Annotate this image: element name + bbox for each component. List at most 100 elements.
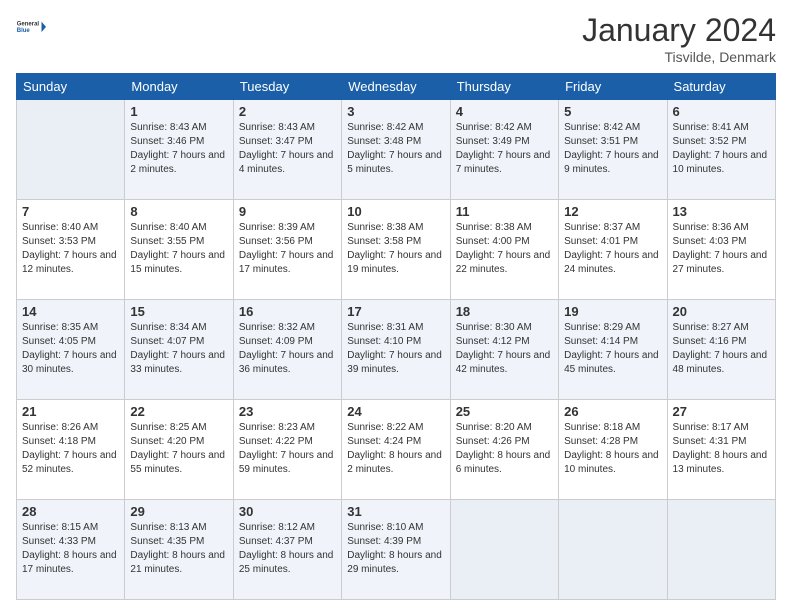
calendar-cell: 10Sunrise: 8:38 AMSunset: 3:58 PMDayligh… xyxy=(342,200,450,300)
calendar-cell: 9 Sunrise: 8:39 AMSunset: 3:56 PMDaylight… xyxy=(233,200,341,300)
cell-sun-info: Sunrise: 8:22 AMSunset: 4:24 PMDaylight:… xyxy=(347,421,444,477)
svg-text:General: General xyxy=(17,21,40,27)
day-number: 25 xyxy=(456,404,553,419)
cell-sun-info: Sunrise: 8:15 AMSunset: 4:33 PMDaylight:… xyxy=(22,521,119,577)
cell-sun-info: Sunrise: 8:34 AMSunset: 4:07 PMDaylight:… xyxy=(130,321,227,377)
calendar-cell: 31 Sunrise: 8:10 AMSunset: 4:39 PMDayligh… xyxy=(342,500,450,600)
calendar-cell: 26Sunrise: 8:18 AMSunset: 4:28 PMDayligh… xyxy=(559,400,667,500)
cell-sun-info: Sunrise: 8:17 AMSunset: 4:31 PMDaylight:… xyxy=(673,421,770,477)
day-number: 24 xyxy=(347,404,444,419)
day-number: 8 xyxy=(130,204,227,219)
cell-sun-info: Sunrise: 8:40 AMSunset: 3:53 PMDaylight:… xyxy=(22,221,119,277)
calendar-cell: 20 Sunrise: 8:27 AMSunset: 4:16 PMDayligh… xyxy=(667,300,775,400)
day-header-thursday: Thursday xyxy=(450,74,558,100)
cell-sun-info: Sunrise: 8:38 AMSunset: 3:58 PMDaylight:… xyxy=(347,221,444,277)
calendar-week-row: 7 Sunrise: 8:40 AMSunset: 3:53 PMDaylight… xyxy=(17,200,776,300)
logo-icon: GeneralBlue xyxy=(16,12,46,42)
cell-sun-info: Sunrise: 8:12 AMSunset: 4:37 PMDaylight:… xyxy=(239,521,336,577)
calendar-cell: 16 Sunrise: 8:32 AMSunset: 4:09 PMDayligh… xyxy=(233,300,341,400)
cell-sun-info: Sunrise: 8:36 AMSunset: 4:03 PMDaylight:… xyxy=(673,221,770,277)
cell-sun-info: Sunrise: 8:23 AMSunset: 4:22 PMDaylight:… xyxy=(239,421,336,477)
day-number: 30 xyxy=(239,504,336,519)
calendar-week-row: 28 Sunrise: 8:15 AMSunset: 4:33 PMDayligh… xyxy=(17,500,776,600)
calendar-cell: 28 Sunrise: 8:15 AMSunset: 4:33 PMDayligh… xyxy=(17,500,125,600)
day-number: 15 xyxy=(130,304,227,319)
day-number: 20 xyxy=(673,304,770,319)
month-title: January 2024 xyxy=(582,12,776,49)
cell-sun-info: Sunrise: 8:31 AMSunset: 4:10 PMDaylight:… xyxy=(347,321,444,377)
calendar-cell: 19 Sunrise: 8:29 AMSunset: 4:14 PMDayligh… xyxy=(559,300,667,400)
calendar-week-row: 1 Sunrise: 8:43 AMSunset: 3:46 PMDaylight… xyxy=(17,100,776,200)
day-number: 11 xyxy=(456,204,553,219)
cell-sun-info: Sunrise: 8:40 AMSunset: 3:55 PMDaylight:… xyxy=(130,221,227,277)
calendar-cell: 30 Sunrise: 8:12 AMSunset: 4:37 PMDayligh… xyxy=(233,500,341,600)
calendar-week-row: 21 Sunrise: 8:26 AMSunset: 4:18 PMDayligh… xyxy=(17,400,776,500)
calendar-cell: 6 Sunrise: 8:41 AMSunset: 3:52 PMDaylight… xyxy=(667,100,775,200)
header: GeneralBlue January 2024 Tisvilde, Denma… xyxy=(16,12,776,65)
day-number: 22 xyxy=(130,404,227,419)
day-number: 18 xyxy=(456,304,553,319)
day-number: 23 xyxy=(239,404,336,419)
cell-sun-info: Sunrise: 8:13 AMSunset: 4:35 PMDaylight:… xyxy=(130,521,227,577)
cell-sun-info: Sunrise: 8:20 AMSunset: 4:26 PMDaylight:… xyxy=(456,421,553,477)
calendar-cell: 7 Sunrise: 8:40 AMSunset: 3:53 PMDaylight… xyxy=(17,200,125,300)
day-number: 17 xyxy=(347,304,444,319)
calendar-cell: 17 Sunrise: 8:31 AMSunset: 4:10 PMDayligh… xyxy=(342,300,450,400)
svg-text:Blue: Blue xyxy=(17,28,31,34)
calendar-cell: 11 Sunrise: 8:38 AMSunset: 4:00 PMDayligh… xyxy=(450,200,558,300)
calendar-cell: 1 Sunrise: 8:43 AMSunset: 3:46 PMDaylight… xyxy=(125,100,233,200)
calendar-cell: 4Sunrise: 8:42 AMSunset: 3:49 PMDaylight… xyxy=(450,100,558,200)
day-number: 6 xyxy=(673,104,770,119)
calendar-cell: 24 Sunrise: 8:22 AMSunset: 4:24 PMDayligh… xyxy=(342,400,450,500)
page: GeneralBlue January 2024 Tisvilde, Denma… xyxy=(0,0,792,612)
day-header-monday: Monday xyxy=(125,74,233,100)
day-number: 28 xyxy=(22,504,119,519)
day-number: 7 xyxy=(22,204,119,219)
day-number: 12 xyxy=(564,204,661,219)
calendar-cell: 18 Sunrise: 8:30 AMSunset: 4:12 PMDayligh… xyxy=(450,300,558,400)
day-header-saturday: Saturday xyxy=(667,74,775,100)
calendar-week-row: 14Sunrise: 8:35 AMSunset: 4:05 PMDayligh… xyxy=(17,300,776,400)
calendar-cell: 12 Sunrise: 8:37 AMSunset: 4:01 PMDayligh… xyxy=(559,200,667,300)
day-number: 2 xyxy=(239,104,336,119)
cell-sun-info: Sunrise: 8:41 AMSunset: 3:52 PMDaylight:… xyxy=(673,121,770,177)
cell-sun-info: Sunrise: 8:39 AMSunset: 3:56 PMDaylight:… xyxy=(239,221,336,277)
day-number: 16 xyxy=(239,304,336,319)
cell-sun-info: Sunrise: 8:10 AMSunset: 4:39 PMDaylight:… xyxy=(347,521,444,577)
cell-sun-info: Sunrise: 8:30 AMSunset: 4:12 PMDaylight:… xyxy=(456,321,553,377)
calendar-cell: 14Sunrise: 8:35 AMSunset: 4:05 PMDayligh… xyxy=(17,300,125,400)
calendar-cell: 21 Sunrise: 8:26 AMSunset: 4:18 PMDayligh… xyxy=(17,400,125,500)
day-number: 5 xyxy=(564,104,661,119)
cell-sun-info: Sunrise: 8:35 AMSunset: 4:05 PMDaylight:… xyxy=(22,321,119,377)
calendar-cell xyxy=(559,500,667,600)
day-number: 21 xyxy=(22,404,119,419)
cell-sun-info: Sunrise: 8:26 AMSunset: 4:18 PMDaylight:… xyxy=(22,421,119,477)
day-number: 1 xyxy=(130,104,227,119)
day-header-wednesday: Wednesday xyxy=(342,74,450,100)
day-number: 31 xyxy=(347,504,444,519)
day-number: 26 xyxy=(564,404,661,419)
day-header-sunday: Sunday xyxy=(17,74,125,100)
cell-sun-info: Sunrise: 8:42 AMSunset: 3:51 PMDaylight:… xyxy=(564,121,661,177)
cell-sun-info: Sunrise: 8:38 AMSunset: 4:00 PMDaylight:… xyxy=(456,221,553,277)
day-header-tuesday: Tuesday xyxy=(233,74,341,100)
day-number: 19 xyxy=(564,304,661,319)
calendar-cell xyxy=(667,500,775,600)
day-number: 29 xyxy=(130,504,227,519)
day-number: 3 xyxy=(347,104,444,119)
calendar-cell: 3Sunrise: 8:42 AMSunset: 3:48 PMDaylight… xyxy=(342,100,450,200)
cell-sun-info: Sunrise: 8:37 AMSunset: 4:01 PMDaylight:… xyxy=(564,221,661,277)
calendar-header-row: SundayMondayTuesdayWednesdayThursdayFrid… xyxy=(17,74,776,100)
cell-sun-info: Sunrise: 8:43 AMSunset: 3:46 PMDaylight:… xyxy=(130,121,227,177)
logo: GeneralBlue xyxy=(16,12,46,42)
cell-sun-info: Sunrise: 8:29 AMSunset: 4:14 PMDaylight:… xyxy=(564,321,661,377)
location: Tisvilde, Denmark xyxy=(582,49,776,65)
cell-sun-info: Sunrise: 8:32 AMSunset: 4:09 PMDaylight:… xyxy=(239,321,336,377)
day-number: 13 xyxy=(673,204,770,219)
cell-sun-info: Sunrise: 8:27 AMSunset: 4:16 PMDaylight:… xyxy=(673,321,770,377)
calendar-table: SundayMondayTuesdayWednesdayThursdayFrid… xyxy=(16,73,776,600)
day-number: 9 xyxy=(239,204,336,219)
day-header-friday: Friday xyxy=(559,74,667,100)
day-number: 27 xyxy=(673,404,770,419)
cell-sun-info: Sunrise: 8:43 AMSunset: 3:47 PMDaylight:… xyxy=(239,121,336,177)
